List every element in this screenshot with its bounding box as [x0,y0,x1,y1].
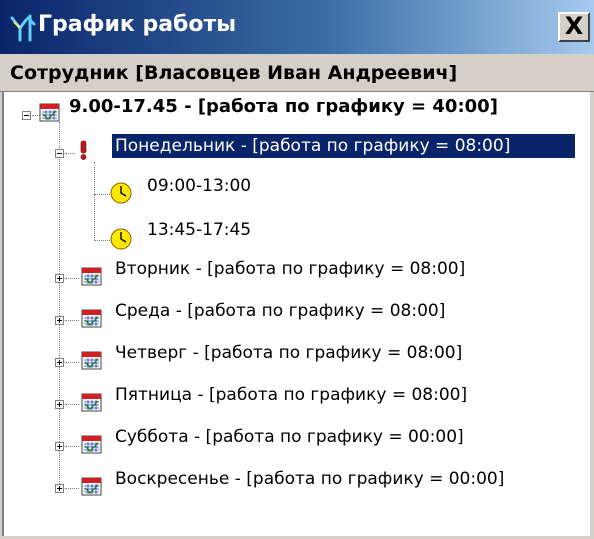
calendar-icon [81,393,102,412]
tree-connector [65,362,79,363]
clock-icon [110,182,132,204]
tree-connector [94,162,95,240]
day-tuesday-label[interactable]: Вторник - [работа по графику = 08:00] [112,257,468,281]
tree-connector [65,488,79,489]
tree-connector [65,278,79,279]
monday-collapse-toggle[interactable] [55,149,64,158]
day-monday-label[interactable]: Понедельник - [работа по графику = 08:00… [112,134,575,158]
schedule-app-icon [10,14,36,42]
root-collapse-toggle[interactable] [22,111,31,120]
tree-connector [65,404,79,405]
calendar-icon [81,351,102,370]
calendar-icon [39,103,60,122]
tree-connector [59,122,60,484]
sunday-expand-toggle[interactable] [55,484,64,493]
day-friday-label[interactable]: Пятница - [работа по графику = 08:00] [112,383,470,407]
interval-label[interactable]: 13:45-17:45 [144,218,254,242]
window-title: График работы [38,12,237,37]
schedule-window: График работы X Сотрудник [Власовцев Ива… [0,0,594,539]
calendar-icon [81,477,102,496]
clock-icon [110,228,132,250]
tree-connector [94,240,110,241]
tree-connector [65,320,79,321]
saturday-expand-toggle[interactable] [55,442,64,451]
day-sunday-label[interactable]: Воскресенье - [работа по графику = 00:00… [112,467,507,491]
interval-label[interactable]: 09:00-13:00 [144,174,254,198]
exclamation-icon [80,140,87,160]
friday-expand-toggle[interactable] [55,400,64,409]
day-thursday-label[interactable]: Четверг - [работа по графику = 08:00] [112,341,465,365]
calendar-icon [81,435,102,454]
employee-label: Сотрудник [Власовцев Иван Андреевич] [10,62,458,84]
tree-connector [94,194,110,195]
schedule-tree[interactable]: 9.00-17.45 - [работа по графику = 40:00]… [2,92,590,536]
day-saturday-label[interactable]: Суббота - [работа по графику = 00:00] [112,425,467,449]
tree-connector [65,446,79,447]
wednesday-expand-toggle[interactable] [55,316,64,325]
tuesday-expand-toggle[interactable] [55,274,64,283]
thursday-expand-toggle[interactable] [55,358,64,367]
root-schedule-label[interactable]: 9.00-17.45 - [работа по графику = 40:00] [66,95,501,119]
calendar-icon [81,267,102,286]
day-wednesday-label[interactable]: Среда - [работа по графику = 08:00] [112,299,448,323]
calendar-icon [81,309,102,328]
employee-header: Сотрудник [Власовцев Иван Андреевич] [0,54,594,92]
close-button[interactable]: X [558,12,590,42]
title-bar[interactable]: График работы X [0,0,594,54]
